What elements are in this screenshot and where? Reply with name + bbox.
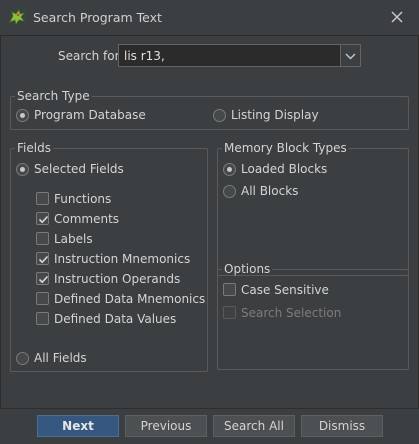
search-label: Search for: xyxy=(58,49,124,63)
defined-data-values-label[interactable]: Defined Data Values xyxy=(54,312,176,326)
search-selection-label: Search Selection xyxy=(241,306,342,320)
next-button[interactable]: Next xyxy=(37,415,119,437)
checkmark-icon xyxy=(38,275,49,284)
search-selection-checkbox xyxy=(223,306,236,319)
instruction-mnemonics-label[interactable]: Instruction Mnemonics xyxy=(54,252,190,266)
program-database-label[interactable]: Program Database xyxy=(34,108,146,122)
search-all-button[interactable]: Search All xyxy=(213,415,295,437)
case-sensitive-label[interactable]: Case Sensitive xyxy=(241,283,329,297)
listing-display-label[interactable]: Listing Display xyxy=(231,108,319,122)
all-fields-label[interactable]: All Fields xyxy=(34,351,87,365)
instruction-mnemonics-checkbox[interactable] xyxy=(36,252,49,265)
fields-legend: Fields xyxy=(17,141,51,155)
search-type-legend: Search Type xyxy=(17,89,90,103)
loaded-blocks-radio[interactable] xyxy=(223,163,236,176)
previous-button[interactable]: Previous xyxy=(125,415,207,437)
button-bar: Next Previous Search All Dismiss xyxy=(0,408,419,444)
selected-fields-radio[interactable] xyxy=(16,163,29,176)
instruction-operands-checkbox[interactable] xyxy=(36,272,49,285)
window-title: Search Program Text xyxy=(33,10,162,25)
defined-data-mnemonics-label[interactable]: Defined Data Mnemonics xyxy=(54,292,205,306)
all-blocks-radio[interactable] xyxy=(223,185,236,198)
options-legend: Options xyxy=(224,262,271,276)
dismiss-button[interactable]: Dismiss xyxy=(301,415,383,437)
close-icon[interactable] xyxy=(387,7,407,27)
labels-label[interactable]: Labels xyxy=(54,232,93,246)
chevron-down-icon xyxy=(345,49,356,63)
memory-block-types-legend: Memory Block Types xyxy=(224,141,347,155)
functions-checkbox[interactable] xyxy=(36,192,49,205)
checkmark-icon xyxy=(38,215,49,224)
listing-display-radio[interactable] xyxy=(213,109,226,122)
defined-data-mnemonics-checkbox[interactable] xyxy=(36,292,49,305)
search-input[interactable] xyxy=(118,44,341,67)
dragon-icon xyxy=(8,8,26,26)
instruction-operands-label[interactable]: Instruction Operands xyxy=(54,272,180,286)
comments-checkbox[interactable] xyxy=(36,212,49,225)
all-fields-radio[interactable] xyxy=(16,352,29,365)
program-database-radio[interactable] xyxy=(16,109,29,122)
defined-data-values-checkbox[interactable] xyxy=(36,312,49,325)
search-history-dropdown[interactable] xyxy=(340,44,361,67)
selected-fields-label[interactable]: Selected Fields xyxy=(34,162,124,176)
title-bar: Search Program Text xyxy=(0,0,419,36)
functions-label[interactable]: Functions xyxy=(54,192,111,206)
case-sensitive-checkbox[interactable] xyxy=(223,283,236,296)
comments-label[interactable]: Comments xyxy=(54,212,119,226)
all-blocks-label[interactable]: All Blocks xyxy=(241,184,298,198)
labels-checkbox[interactable] xyxy=(36,232,49,245)
loaded-blocks-label[interactable]: Loaded Blocks xyxy=(241,162,327,176)
checkmark-icon xyxy=(38,255,49,264)
